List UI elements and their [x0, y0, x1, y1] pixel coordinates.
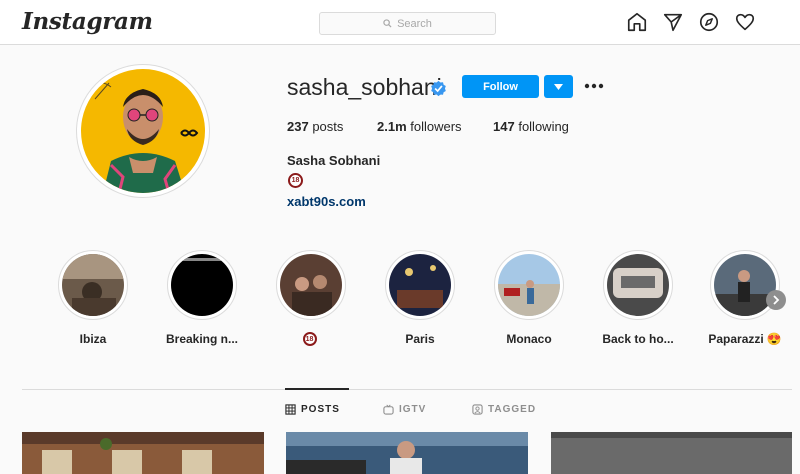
heart-eyes-emoji-icon: 😍 [766, 332, 782, 346]
highlight-label: Breaking n... [165, 332, 239, 346]
highlight-ring [58, 250, 128, 320]
highlight-label: Ibiza [79, 332, 107, 346]
post-tile[interactable] [286, 432, 528, 474]
highlight-label-text: Paparazzi [708, 332, 764, 346]
profile-username: sasha_sobhani [287, 74, 442, 100]
following-label: following [518, 119, 569, 134]
highlight-breaking-news[interactable]: Breaking n... [147, 250, 257, 347]
followers-stat[interactable]: 2.1m followers [377, 119, 493, 134]
following-count: 147 [493, 119, 515, 134]
more-options-button[interactable] [583, 76, 605, 96]
tab-label: TAGGED [488, 404, 537, 415]
home-icon[interactable] [626, 11, 648, 33]
highlight-cover [607, 254, 669, 316]
chevron-right-icon [773, 295, 780, 305]
posts-count: 237 [287, 119, 309, 134]
highlight-label: 18 [302, 331, 320, 347]
top-navbar: Instagram Search [0, 0, 800, 45]
tab-tagged[interactable]: TAGGED [472, 404, 536, 415]
highlight-ring [710, 250, 780, 320]
highlight-monaco[interactable]: Monaco [474, 250, 584, 347]
highlight-ibiza[interactable]: Ibiza [38, 250, 148, 347]
follow-button[interactable]: Follow [462, 75, 539, 98]
activity-heart-icon[interactable] [734, 11, 756, 33]
profile-stats: 237 posts 2.1m followers 147 following [287, 119, 569, 134]
profile-tabs: POSTS IGTV TAGGED [0, 404, 800, 420]
igtv-icon [383, 404, 394, 415]
tab-label: IGTV [399, 404, 427, 415]
highlight-ring [385, 250, 455, 320]
highlight-paris[interactable]: Paris [365, 250, 475, 347]
highlight-cover [171, 254, 233, 316]
highlight-18[interactable]: 18 [256, 250, 366, 347]
tab-igtv[interactable]: IGTV [383, 404, 426, 415]
instagram-logo[interactable]: Instagram [22, 8, 153, 35]
profile-avatar-ring[interactable] [76, 64, 210, 198]
posts-label: posts [312, 119, 344, 134]
followers-label: followers [410, 119, 462, 134]
search-placeholder: Search [397, 17, 432, 30]
age-restriction-badge: 18 [288, 173, 303, 188]
profile-website-link[interactable]: xabt90s.com [287, 194, 366, 209]
post-tile[interactable] [551, 432, 792, 474]
highlight-label: Monaco [506, 332, 552, 346]
nav-icons [626, 11, 756, 33]
highlight-ring [494, 250, 564, 320]
grid-icon [285, 404, 296, 415]
highlight-ring [167, 250, 237, 320]
search-input[interactable]: Search [319, 12, 496, 35]
highlight-cover [62, 254, 124, 316]
tagged-icon [472, 404, 483, 415]
caret-down-icon [554, 83, 563, 90]
tabs-divider [22, 389, 792, 390]
direct-icon[interactable] [662, 11, 684, 33]
highlight-ring [603, 250, 673, 320]
highlight-back-to-home[interactable]: Back to ho... [583, 250, 693, 347]
search-icon [383, 19, 392, 28]
tab-posts[interactable]: POSTS [285, 404, 340, 415]
tab-label: POSTS [301, 404, 340, 415]
followers-count: 2.1m [377, 119, 407, 134]
highlights-next-button[interactable] [766, 290, 786, 310]
story-highlights: Ibiza Breaking n... 18 Paris Monaco Back… [0, 250, 800, 350]
post-tile[interactable] [22, 432, 264, 474]
highlight-cover [714, 254, 776, 316]
highlight-cover [389, 254, 451, 316]
highlight-ring [276, 250, 346, 320]
active-tab-indicator [285, 388, 349, 390]
profile-full-name: Sasha Sobhani [287, 153, 381, 168]
highlight-label: Back to ho... [602, 332, 674, 346]
following-stat[interactable]: 147 following [493, 119, 569, 134]
age-restriction-badge: 18 [302, 332, 317, 346]
highlight-cover [280, 254, 342, 316]
suggested-dropdown-button[interactable] [544, 75, 573, 98]
highlight-cover [498, 254, 560, 316]
avatar [81, 69, 205, 193]
highlight-label: Paparazzi 😍 [708, 331, 781, 347]
highlight-label: Paris [405, 332, 435, 346]
explore-icon[interactable] [698, 11, 720, 33]
posts-stat: 237 posts [287, 119, 377, 134]
verified-badge-icon [431, 80, 446, 97]
more-dots-icon [584, 83, 604, 89]
